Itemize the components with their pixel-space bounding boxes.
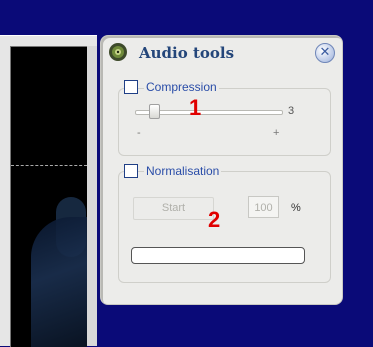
image-frame bbox=[0, 35, 97, 347]
normalisation-checkbox-row[interactable]: Normalisation bbox=[124, 164, 222, 178]
callout-number-2: 2 bbox=[208, 207, 221, 232]
image-preview[interactable] bbox=[10, 46, 87, 347]
image-shape-body bbox=[31, 217, 87, 347]
panel-title: Audio tools bbox=[139, 44, 235, 62]
normalisation-checkbox[interactable] bbox=[124, 164, 138, 178]
normalisation-percent-input[interactable]: 100 bbox=[248, 196, 279, 218]
normalisation-label[interactable]: Normalisation bbox=[144, 164, 222, 178]
slider-max-tick: + bbox=[273, 127, 280, 139]
selection-dashed-line bbox=[11, 165, 87, 166]
compression-checkbox-row[interactable]: Compression bbox=[124, 80, 219, 94]
compression-checkbox[interactable] bbox=[124, 80, 138, 94]
callout-number-1: 1 bbox=[189, 95, 202, 120]
normalisation-group bbox=[118, 171, 331, 283]
panel-header: Audio tools ✕ bbox=[101, 36, 342, 72]
start-button[interactable]: Start bbox=[133, 197, 214, 220]
compression-slider-thumb[interactable] bbox=[148, 104, 160, 119]
audio-tools-panel: Audio tools ✕ Compression 3 - + Normalis… bbox=[100, 35, 343, 305]
speaker-app-icon bbox=[109, 43, 127, 61]
slider-min-tick: - bbox=[137, 127, 141, 139]
compression-slider-value: 3 bbox=[288, 105, 295, 117]
normalisation-progress-bar bbox=[131, 247, 305, 264]
image-frame-border bbox=[87, 46, 97, 346]
close-icon[interactable]: ✕ bbox=[315, 43, 335, 63]
percent-unit-label: % bbox=[291, 202, 301, 214]
compression-group bbox=[118, 88, 331, 156]
compression-label[interactable]: Compression bbox=[144, 80, 219, 94]
